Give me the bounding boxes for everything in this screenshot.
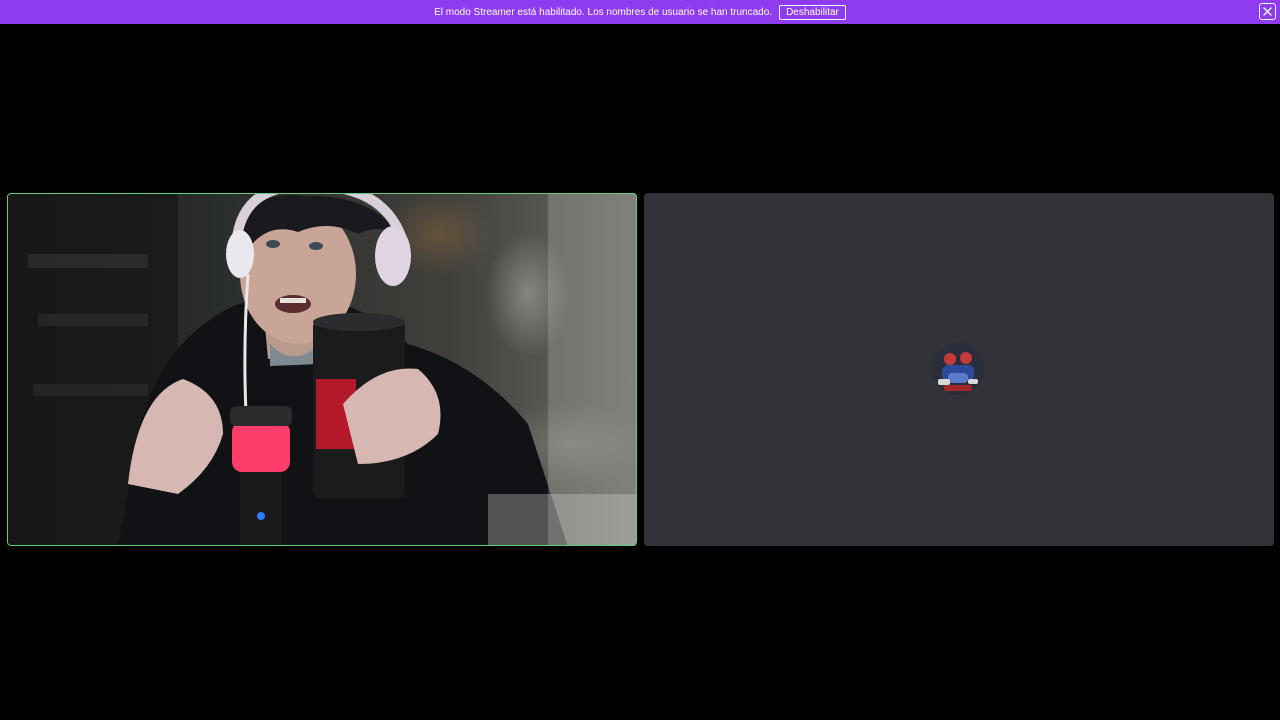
webcam-video-feed [8, 194, 636, 545]
participant-audio-tile[interactable] [644, 193, 1274, 546]
participant-video-tile[interactable] [7, 193, 637, 546]
call-window: El modo Streamer está habilitado. Los no… [0, 0, 1280, 720]
close-icon [1263, 7, 1272, 16]
streamer-mode-banner: El modo Streamer está habilitado. Los no… [0, 0, 1280, 24]
streamer-mode-message: El modo Streamer está habilitado. Los no… [434, 6, 773, 18]
disable-streamer-mode-button[interactable]: Deshabilitar [779, 4, 846, 20]
close-banner-button[interactable] [1259, 3, 1276, 20]
user-avatar [932, 343, 984, 395]
avatar-image [932, 343, 984, 395]
